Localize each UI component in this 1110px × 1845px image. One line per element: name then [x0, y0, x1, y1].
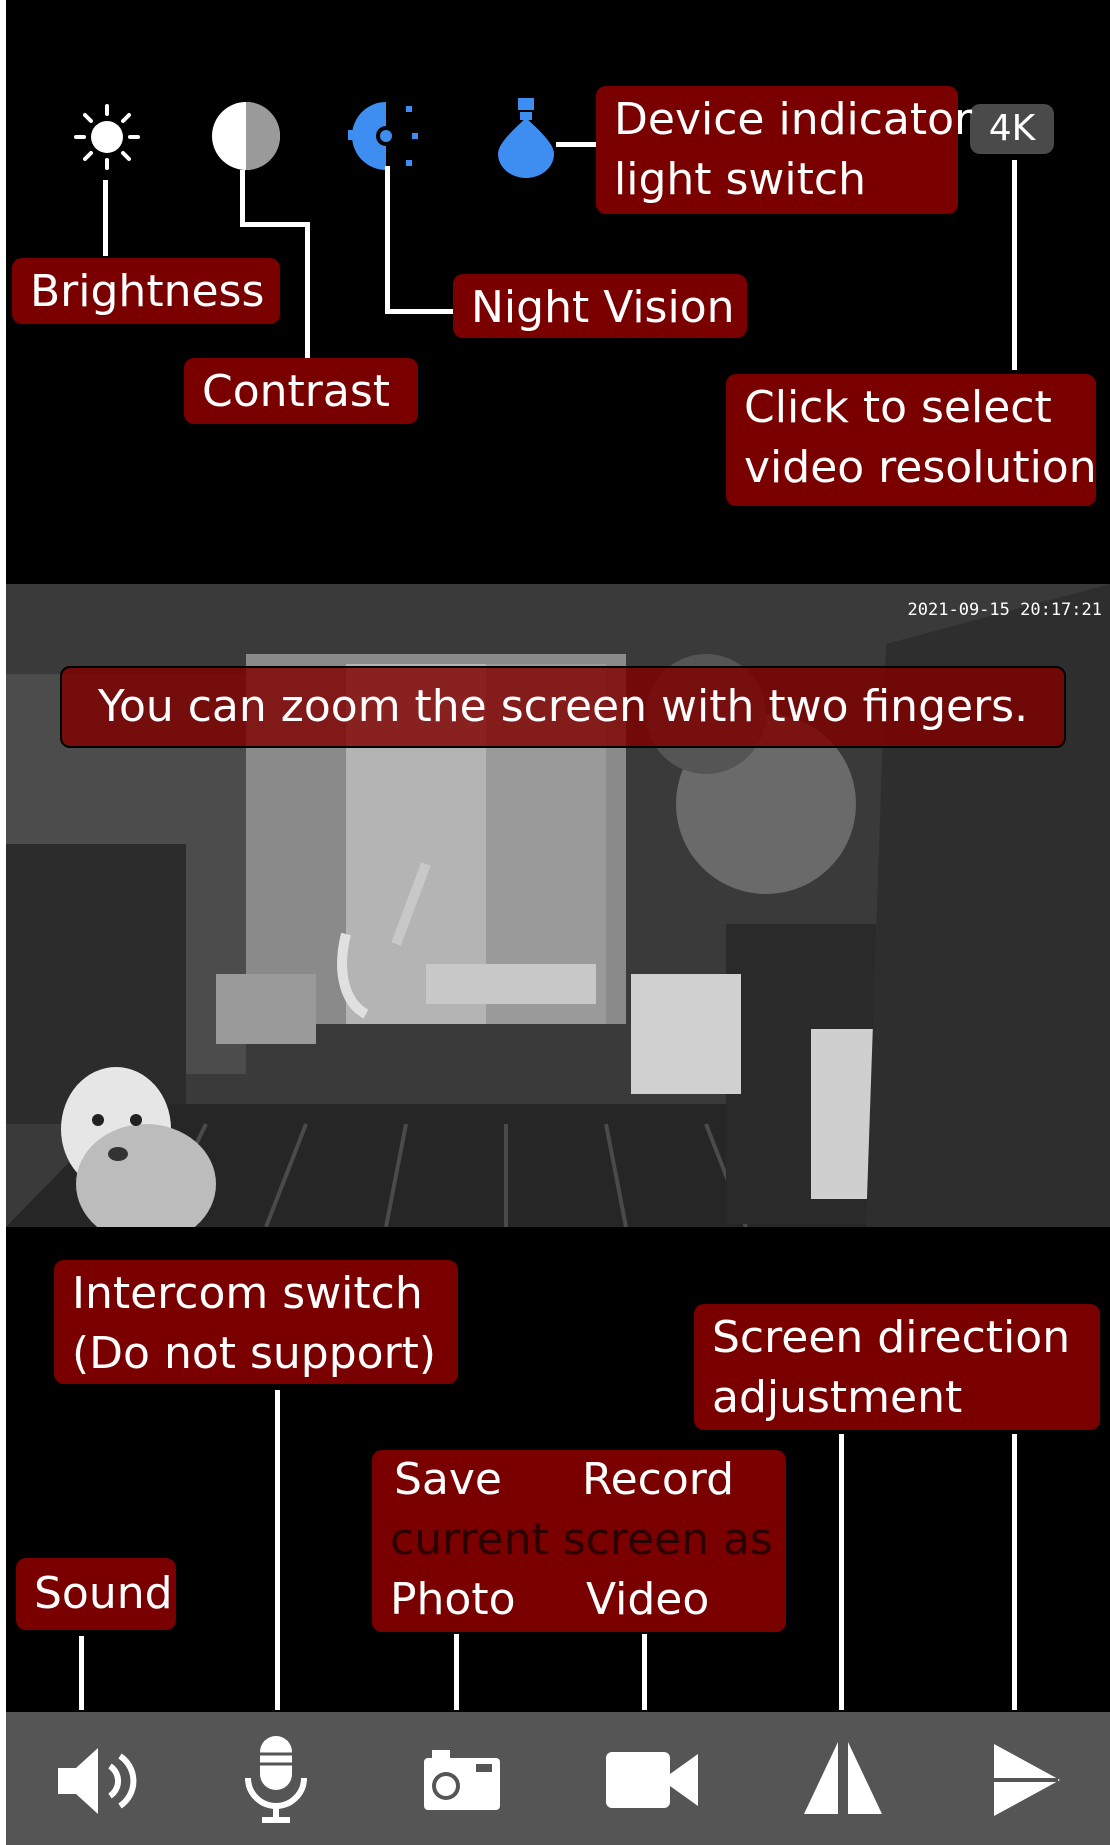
photo-word: Photo [390, 1574, 516, 1625]
video-feed[interactable]: 2021-09-15 20:17:21 You can zoom the scr… [6, 584, 1110, 1227]
connector-line [1012, 160, 1017, 370]
connector-line [1012, 1434, 1017, 1710]
brightness-callout: Brightness [12, 258, 280, 324]
flip-icon[interactable] [802, 1740, 884, 1816]
indicator-label-line1: Device indicator [614, 94, 973, 145]
video-camera-icon[interactable] [604, 1750, 700, 1810]
night-vision-icon[interactable] [346, 98, 428, 174]
connector-line [454, 1634, 459, 1710]
mirror-icon[interactable] [992, 1742, 1062, 1818]
connector-line [240, 170, 245, 225]
connector-line [642, 1634, 647, 1710]
night-vision-callout: Night Vision [453, 274, 747, 338]
intercom-callout: Intercom switch (Do not support) [54, 1260, 458, 1384]
sound-label: Sound [34, 1568, 173, 1619]
direction-callout: Screen direction adjustment [694, 1304, 1100, 1430]
contrast-callout: Contrast [184, 358, 418, 424]
current-screen-as: current screen as [390, 1514, 773, 1565]
contrast-label: Contrast [202, 366, 391, 417]
camera-icon[interactable] [422, 1742, 502, 1812]
connector-line [556, 142, 596, 147]
direction-label-line1: Screen direction [712, 1312, 1071, 1363]
connector-line [275, 1390, 280, 1710]
resolution-callout: Click to select video resolution [726, 374, 1097, 506]
save-word: Save [394, 1454, 503, 1505]
microphone-icon[interactable] [242, 1734, 310, 1826]
bulb-icon[interactable] [496, 96, 556, 178]
save-record-callout: Save Record current screen as Photo Vide… [372, 1450, 786, 1632]
sun-icon[interactable] [72, 102, 142, 172]
connector-line [79, 1636, 84, 1710]
direction-label-line2: adjustment [712, 1372, 963, 1423]
resolution-label-line2: video resolution [744, 442, 1097, 493]
connector-line [103, 180, 108, 256]
video-word: Video [586, 1574, 710, 1625]
intercom-label-line2: (Do not support) [72, 1328, 437, 1379]
sound-callout: Sound [16, 1558, 176, 1630]
zoom-tip: You can zoom the screen with two fingers… [60, 666, 1066, 748]
indicator-label-line2: light switch [614, 154, 866, 205]
resolution-label-line1: Click to select [744, 382, 1052, 433]
contrast-icon[interactable] [210, 100, 282, 172]
connector-line [385, 166, 390, 314]
timestamp: 2021-09-15 20:17:21 [907, 600, 1102, 620]
night-vision-label: Night Vision [471, 282, 735, 333]
connector-line [305, 222, 310, 358]
brightness-label: Brightness [30, 266, 265, 317]
connector-line [240, 222, 310, 227]
intercom-label-line1: Intercom switch [72, 1268, 423, 1319]
connector-line [839, 1434, 844, 1710]
resolution-button[interactable]: 4K [970, 104, 1054, 154]
bottom-toolbar [6, 1712, 1110, 1845]
connector-line [385, 309, 453, 314]
indicator-callout: Device indicator light switch [596, 86, 973, 214]
record-word: Record [582, 1454, 735, 1505]
speaker-icon[interactable] [56, 1746, 140, 1816]
